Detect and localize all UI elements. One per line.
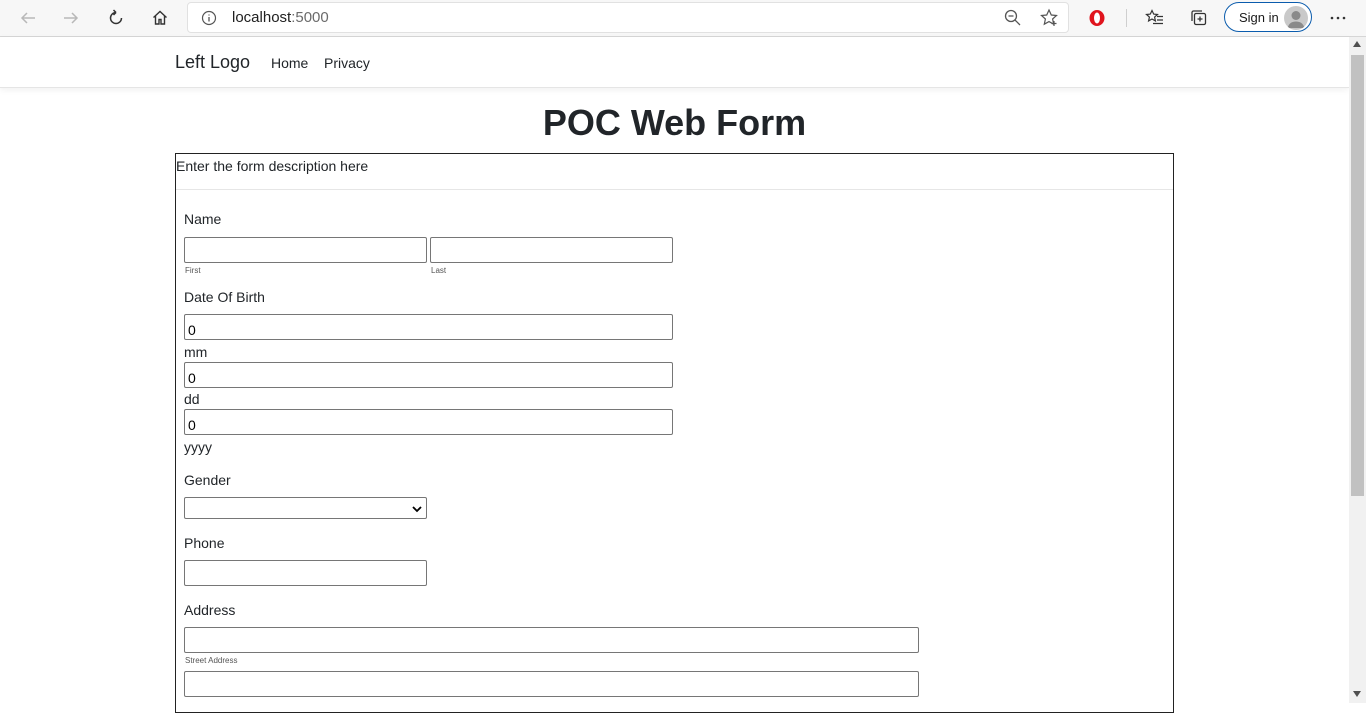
scrollbar-thumb[interactable] [1351, 55, 1364, 496]
collections-button[interactable] [1184, 4, 1214, 32]
brand-logo[interactable]: Left Logo [175, 52, 250, 73]
first-name-input[interactable] [184, 237, 427, 263]
toolbar-separator [1126, 9, 1127, 27]
address-line-2-input[interactable] [184, 671, 919, 697]
form-description: Enter the form description here [176, 158, 369, 174]
sign-in-button[interactable]: Sign in [1224, 2, 1312, 32]
settings-more-button[interactable] [1323, 4, 1353, 32]
collections-icon [1191, 10, 1207, 26]
browser-toolbar: localhost:5000 Sign in [0, 0, 1366, 37]
address-label: Address [184, 602, 236, 618]
back-arrow-icon [20, 12, 35, 24]
street-address-sublabel: Street Address [185, 656, 238, 665]
dob-day-label: dd [184, 391, 200, 407]
dob-month-label: mm [184, 344, 208, 360]
dob-year-input[interactable] [184, 409, 673, 435]
web-form: Enter the form description here Name Fir… [175, 153, 1174, 713]
site-info-icon[interactable] [201, 10, 217, 31]
avatar [1284, 6, 1308, 30]
last-name-sublabel: Last [431, 266, 447, 275]
gender-select[interactable] [184, 497, 427, 519]
dob-label: Date Of Birth [184, 289, 265, 305]
favorites-button[interactable] [1140, 4, 1170, 32]
user-avatar-icon [1287, 11, 1305, 28]
url-text[interactable]: localhost:5000 [232, 9, 329, 26]
favorites-list-icon [1145, 9, 1163, 25]
last-name-input[interactable] [430, 237, 673, 263]
address-bar[interactable]: localhost:5000 [187, 2, 1069, 33]
page-title: POC Web Form [542, 102, 807, 143]
phone-input[interactable] [184, 560, 427, 586]
nav-link-privacy[interactable]: Privacy [324, 55, 370, 71]
forward-button[interactable] [56, 4, 86, 32]
gender-label: Gender [184, 472, 231, 488]
scroll-up-arrow-icon[interactable] [1353, 41, 1361, 47]
phone-label: Phone [184, 535, 225, 551]
opera-extension-button[interactable] [1082, 4, 1112, 32]
forward-arrow-icon [64, 12, 79, 24]
zoom-icon[interactable] [1003, 8, 1023, 33]
page-scrollbar[interactable] [1349, 37, 1366, 703]
home-icon [153, 10, 167, 25]
dob-year-label: yyyy [184, 439, 212, 455]
refresh-icon [109, 9, 123, 25]
chevron-down-icon [412, 502, 422, 520]
name-label: Name [184, 211, 222, 227]
opera-icon [1089, 10, 1105, 26]
description-divider [176, 189, 1173, 190]
more-dots-icon [1330, 16, 1346, 20]
nav-link-home[interactable]: Home [271, 55, 308, 71]
refresh-button[interactable] [101, 4, 131, 32]
first-name-sublabel: First [185, 266, 201, 275]
dob-month-input[interactable] [184, 314, 673, 340]
sign-in-label: Sign in [1239, 10, 1279, 25]
site-navbar: Left Logo Home Privacy [0, 37, 1349, 88]
home-button[interactable] [145, 4, 175, 32]
scroll-down-arrow-icon[interactable] [1353, 691, 1361, 697]
back-button[interactable] [13, 4, 43, 32]
favorite-star-icon[interactable] [1039, 8, 1059, 33]
dob-day-input[interactable] [184, 362, 673, 388]
street-address-input[interactable] [184, 627, 919, 653]
